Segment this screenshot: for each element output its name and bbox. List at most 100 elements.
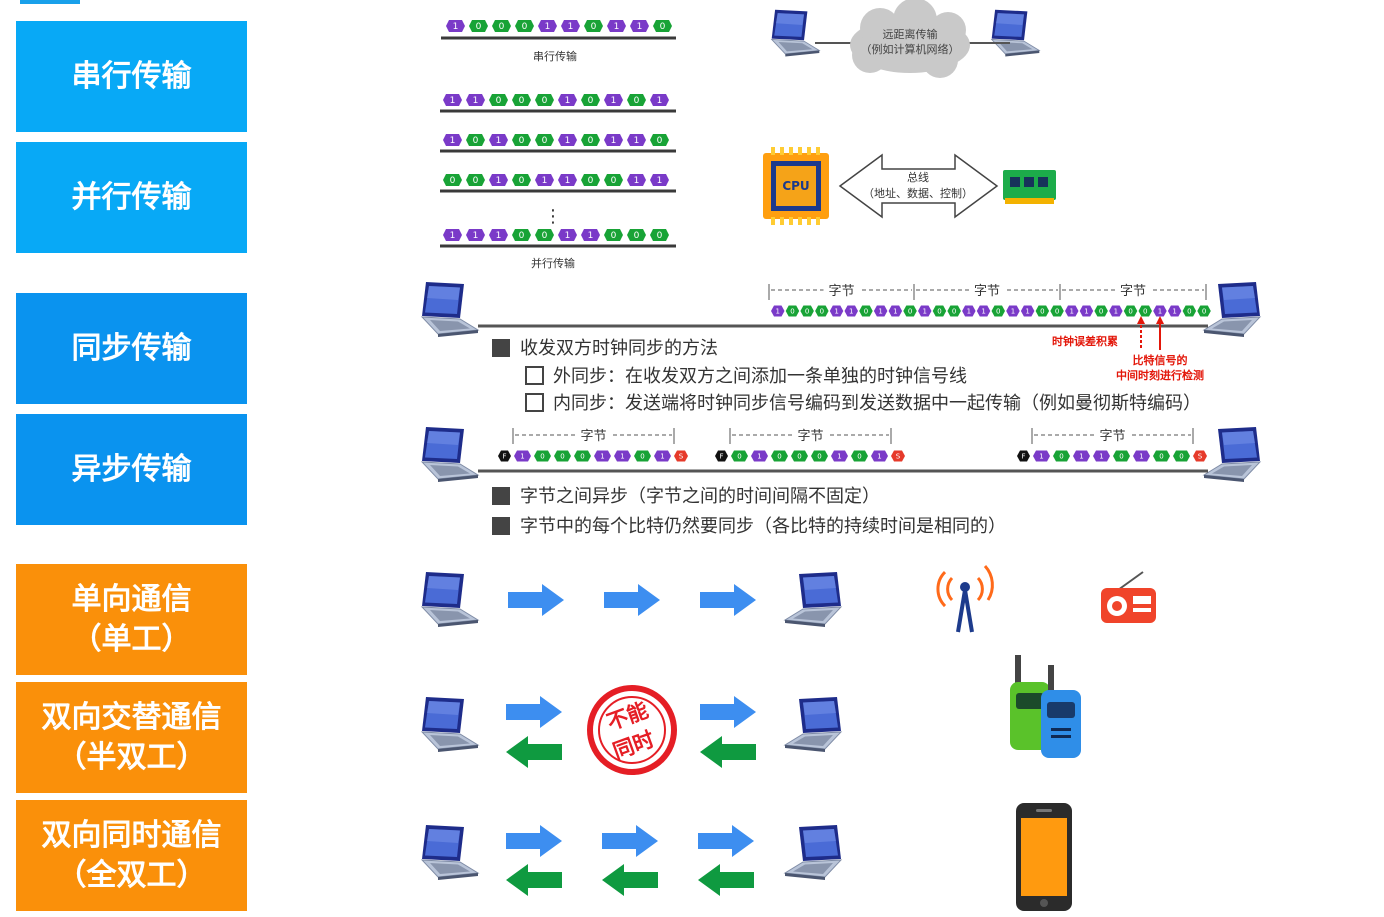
bit-value: 0 (580, 453, 584, 461)
bit-value: 0 (634, 96, 640, 106)
arrow-right-icon (604, 584, 660, 616)
laptop-icon (1203, 426, 1261, 483)
stop-bit-label: S (679, 453, 684, 461)
bit-value: 0 (1040, 308, 1044, 316)
bit-value: 0 (542, 231, 548, 241)
bit-value: 1 (450, 136, 456, 146)
bit-value: 0 (1128, 308, 1132, 316)
sync-byte-markers: 字节 字节 字节 (768, 282, 1207, 300)
arrow-right-icon (700, 584, 756, 616)
parallel-section: 1 1 0 0 0 1 0 1 0 1 1 0 1 0 0 1 0 1 1 0 0 0 1 0 1 1 0 0 1 1 1 1 1 0 0 1 1 0 0 0… (440, 94, 1056, 270)
laptop-icon (784, 571, 842, 628)
parallel-caption: 并行传输 (531, 256, 575, 270)
bit-value: 1 (834, 308, 838, 316)
sync-bit-row: 1 0 0 0 1 1 0 1 1 0 1 0 0 1 1 0 1 1 0 0 1 1 0 1 0 0 1 1 0 0 (771, 305, 1211, 317)
laptop-icon (421, 281, 479, 338)
bit-value: 0 (519, 231, 525, 241)
bit-value: 1 (588, 231, 594, 241)
bit-value: 0 (588, 176, 594, 186)
bit-value: 1 (1039, 453, 1043, 461)
bit-value: 1 (893, 308, 897, 316)
bit-value: 0 (817, 453, 821, 461)
bit-value: 1 (1139, 453, 1143, 461)
bus-arrow (838, 153, 999, 219)
check-note-line1: 比特信号的 (1133, 353, 1188, 367)
bit-value: 1 (542, 176, 548, 186)
bit-value: 1 (453, 22, 459, 32)
clock-error-note: 时钟误差积累 (1052, 334, 1118, 348)
bit-value: 1 (473, 231, 479, 241)
bus-label-line1: 总线 (907, 170, 929, 184)
bit-value: 0 (588, 96, 594, 106)
bit-value: 1 (496, 176, 502, 186)
arrow-left-icon (698, 864, 754, 896)
bit-value: 1 (600, 453, 604, 461)
async-note-2: 字节中的每个比特仍然要同步（各比特的持续时间是相同的） (520, 516, 1006, 537)
laptop-icon (421, 696, 479, 753)
bus-label-line2: （地址、数据、控制） (863, 186, 973, 200)
bit-value: 1 (776, 308, 780, 316)
full-duplex-section (421, 803, 1072, 911)
laptop-icon (991, 9, 1040, 57)
async-byte-groups: F 1 0 0 0 1 1 0 1 S 字节 F 0 1 0 0 0 1 0 1 S 字节 F 1 0 1 1 0 1 0 0 S 字节 (498, 427, 1207, 462)
bit-value: 1 (565, 96, 571, 106)
bit-value: 1 (757, 453, 761, 461)
bit-value: 1 (450, 231, 456, 241)
bit-value: 1 (1070, 308, 1074, 316)
half-duplex-section: 不能 同时 (421, 655, 1081, 775)
laptop-icon (784, 824, 842, 881)
bit-value: 1 (981, 308, 985, 316)
laptop-icon (421, 824, 479, 881)
bit-value: 0 (937, 308, 941, 316)
arrow-up-icon (1156, 316, 1164, 324)
bit-value: 0 (611, 176, 617, 186)
bit-value: 0 (591, 22, 597, 32)
bit-value: 1 (634, 136, 640, 146)
bullet-square (492, 339, 510, 357)
arrow-right-icon (506, 825, 562, 857)
bit-value: 1 (923, 308, 927, 316)
bit-value: 0 (450, 176, 456, 186)
laptop-icon (784, 696, 842, 753)
bit-value: 1 (877, 453, 881, 461)
bit-value: 0 (1187, 308, 1191, 316)
checkbox-icon (525, 366, 544, 385)
async-byte-group: F 1 0 0 0 1 1 0 1 S 字节 (498, 427, 688, 462)
cloud-label-line2: （例如计算机网络） (861, 42, 960, 56)
bit-value: 0 (588, 136, 594, 146)
bit-value: 0 (540, 453, 544, 461)
bit-value: 1 (1084, 308, 1088, 316)
parallel-ellipsis: ⋮ (544, 206, 562, 227)
bit-value: 1 (545, 22, 551, 32)
arrow-up-icon (1137, 316, 1145, 324)
bit-value: 1 (1079, 453, 1083, 461)
bit-value: 1 (657, 96, 663, 106)
bit-value: 0 (519, 96, 525, 106)
bit-value: 1 (837, 453, 841, 461)
async-note-1: 字节之间异步（字节之间的时间间隔不固定） (520, 486, 880, 507)
start-bit-label: F (1021, 453, 1025, 461)
bit-value: 0 (660, 22, 666, 32)
bit-value: 0 (737, 453, 741, 461)
bit-value: 1 (496, 231, 502, 241)
byte-label: 字节 (828, 284, 854, 299)
byte-label: 字节 (1120, 284, 1146, 299)
bit-value: 0 (522, 22, 528, 32)
serial-caption: 串行传输 (533, 49, 577, 63)
bit-value: 0 (1059, 453, 1063, 461)
start-bit-label: F (502, 453, 506, 461)
check-note-line2: 中间时刻进行检测 (1116, 368, 1204, 382)
bit-value: 1 (611, 96, 617, 106)
bit-value: 1 (620, 453, 624, 461)
async-byte-group: F 1 0 1 1 0 1 0 0 S 字节 (1017, 427, 1207, 462)
bit-value: 1 (878, 308, 882, 316)
bit-value: 1 (967, 308, 971, 316)
bit-value: 1 (611, 136, 617, 146)
bit-value: 1 (1011, 308, 1015, 316)
sync-section: 字节 字节 字节 1 0 0 0 1 1 0 1 1 0 1 0 0 1 1 0 1 1 0 0 1 1 0 1 0 0 1 1 0 0 时钟… (421, 281, 1261, 414)
arrow-right-icon (602, 825, 658, 857)
bit-value: 0 (496, 96, 502, 106)
bit-value: 0 (499, 22, 505, 32)
bullet-square (492, 517, 510, 535)
start-bit-label: F (719, 453, 723, 461)
